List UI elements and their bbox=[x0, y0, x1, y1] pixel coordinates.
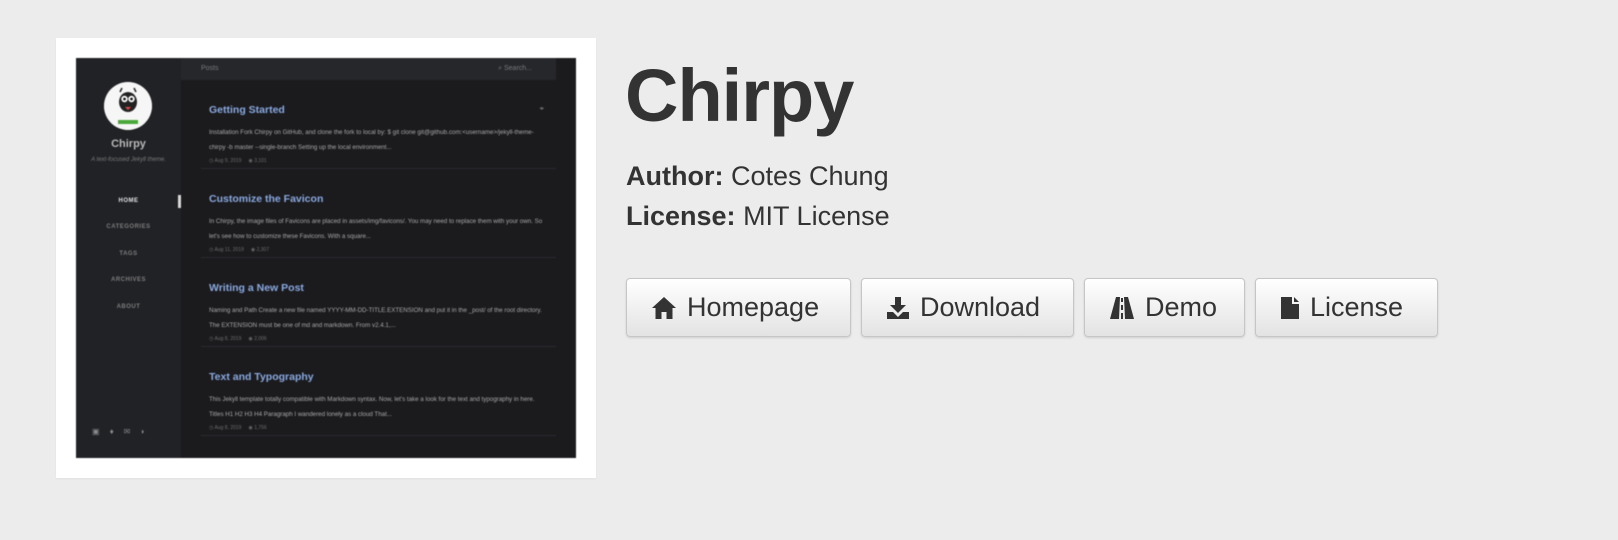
license-label: License: bbox=[626, 201, 736, 231]
preview-post-meta: ◷ Aug 8, 2019 ◉ 1,756 bbox=[209, 425, 267, 431]
author-label: Author: bbox=[626, 161, 724, 191]
download-icon bbox=[886, 296, 910, 320]
author-line: Author: Cotes Chung bbox=[626, 161, 889, 192]
preview-post-excerpt: Installation Fork Chirpy on GitHub, and … bbox=[209, 129, 534, 151]
preview-avatar bbox=[104, 82, 152, 130]
preview-nav-about: ABOUT bbox=[116, 303, 141, 310]
github-icon: ▣ bbox=[92, 427, 100, 436]
theme-title: Chirpy bbox=[625, 54, 854, 137]
pin-icon: ⌖ bbox=[539, 104, 544, 113]
preview-post-title: Writing a New Post bbox=[209, 282, 304, 294]
preview-post-meta: ◷ Aug 8, 2019 ◉ 2,006 bbox=[209, 336, 267, 342]
preview-nav-categories: CATEGORIES bbox=[106, 224, 151, 231]
preview-post-excerpt: This Jekyll template totally compatible … bbox=[209, 396, 535, 418]
license-name: MIT License bbox=[743, 201, 890, 231]
demo-button[interactable]: Demo bbox=[1084, 278, 1245, 337]
eye-icon: ◉ bbox=[250, 247, 256, 253]
preview-nav-tags: TAGS bbox=[119, 250, 138, 257]
preview-search: ⌕ Search... bbox=[498, 65, 532, 72]
eye-icon: ◉ bbox=[248, 425, 253, 431]
rss-icon: ◗ bbox=[140, 427, 146, 436]
home-icon bbox=[651, 296, 677, 320]
download-button[interactable]: Download bbox=[861, 278, 1074, 337]
license-button[interactable]: License bbox=[1255, 278, 1438, 337]
preview-nav-home: HOME bbox=[76, 194, 181, 224]
preview-post-excerpt: In Chirpy, the image files of Favicons a… bbox=[209, 218, 543, 240]
preview-nav: HOME CATEGORIES TAGS ARCHIVES ABOUT bbox=[76, 194, 181, 330]
action-buttons: Homepage Download Demo License bbox=[626, 278, 1438, 337]
preview-post: Writing a New Post Naming and Path Creat… bbox=[201, 258, 556, 347]
license-button-label: License bbox=[1310, 292, 1404, 322]
license-line: License: MIT License bbox=[626, 201, 890, 232]
preview-topbar: Posts ⌕ Search... bbox=[181, 58, 556, 80]
author-name: Cotes Chung bbox=[730, 161, 889, 191]
preview-post-excerpt: Naming and Path Create a new file named … bbox=[209, 307, 542, 329]
email-icon: ✉ bbox=[123, 427, 131, 436]
preview-post-title: Getting Started bbox=[209, 104, 285, 116]
twitter-icon: ♦ bbox=[109, 427, 114, 436]
preview-post: Text and Typography This Jekyll template… bbox=[201, 347, 556, 436]
eye-icon: ◉ bbox=[248, 158, 253, 164]
clock-icon: ◷ bbox=[209, 336, 214, 342]
preview-site-title: Chirpy bbox=[111, 138, 146, 150]
demo-label: Demo bbox=[1145, 292, 1218, 322]
preview-post-title: Text and Typography bbox=[209, 371, 314, 383]
preview-nav-archives: ARCHIVES bbox=[110, 277, 146, 284]
theme-preview-screenshot: Chirpy A text-focused Jekyll theme. HOME… bbox=[76, 58, 576, 458]
theme-thumbnail[interactable]: Chirpy A text-focused Jekyll theme. HOME… bbox=[56, 38, 596, 478]
homepage-button[interactable]: Homepage bbox=[626, 278, 851, 337]
file-icon bbox=[1280, 296, 1300, 320]
clock-icon: ◷ bbox=[209, 247, 214, 253]
road-icon bbox=[1109, 296, 1135, 320]
homepage-label: Homepage bbox=[687, 292, 820, 322]
preview-topbar-title: Posts bbox=[201, 65, 219, 72]
preview-post-list: Getting Started ⌖ Installation Fork Chir… bbox=[181, 80, 556, 436]
preview-post-meta: ◷ Aug 9, 2019 ◉ 3,101 bbox=[209, 158, 267, 164]
preview-site-subtitle: A text-focused Jekyll theme. bbox=[91, 157, 166, 163]
preview-post: Getting Started ⌖ Installation Fork Chir… bbox=[201, 80, 556, 169]
preview-post-meta: ◷ Aug 11, 2019 ◉ 2,307 bbox=[209, 247, 270, 253]
eye-icon: ◉ bbox=[248, 336, 253, 342]
preview-post: Customize the Favicon In Chirpy, the ima… bbox=[201, 169, 556, 258]
clock-icon: ◷ bbox=[209, 425, 214, 431]
preview-social-links: ▣ ♦ ✉ ◗ bbox=[92, 427, 172, 436]
download-label: Download bbox=[920, 292, 1041, 322]
preview-post-title: Customize the Favicon bbox=[209, 193, 324, 205]
preview-sidebar: Chirpy A text-focused Jekyll theme. HOME… bbox=[76, 58, 181, 458]
clock-icon: ◷ bbox=[209, 158, 214, 164]
